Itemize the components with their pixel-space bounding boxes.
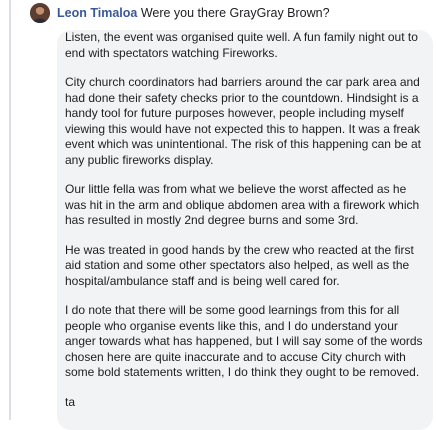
profile-avatar-icon [30,3,50,23]
comment-paragraph-4: He was treated in good hands by the crew… [65,242,414,288]
comment-header: Leon Timaloa Were you there GrayGray Bro… [57,5,432,21]
comment-paragraph-3: Our little fella was from what we believ… [65,182,420,227]
comment-paragraph-5: I do note that there will be some good l… [65,303,423,379]
comment-paragraph-2: City church coordinators had barriers ar… [65,75,422,167]
avatar[interactable] [30,3,50,23]
comment-header-text: Were you there GrayGray Brown? [137,6,330,20]
reply-thread-line [9,0,11,420]
comment-paragraph-6: ta [65,394,76,409]
comment-bubble: Listen, the event was organised quite we… [57,30,433,430]
comment-paragraph-1: Listen, the event was organised quite we… [65,30,418,60]
author-link[interactable]: Leon Timaloa [57,6,137,20]
